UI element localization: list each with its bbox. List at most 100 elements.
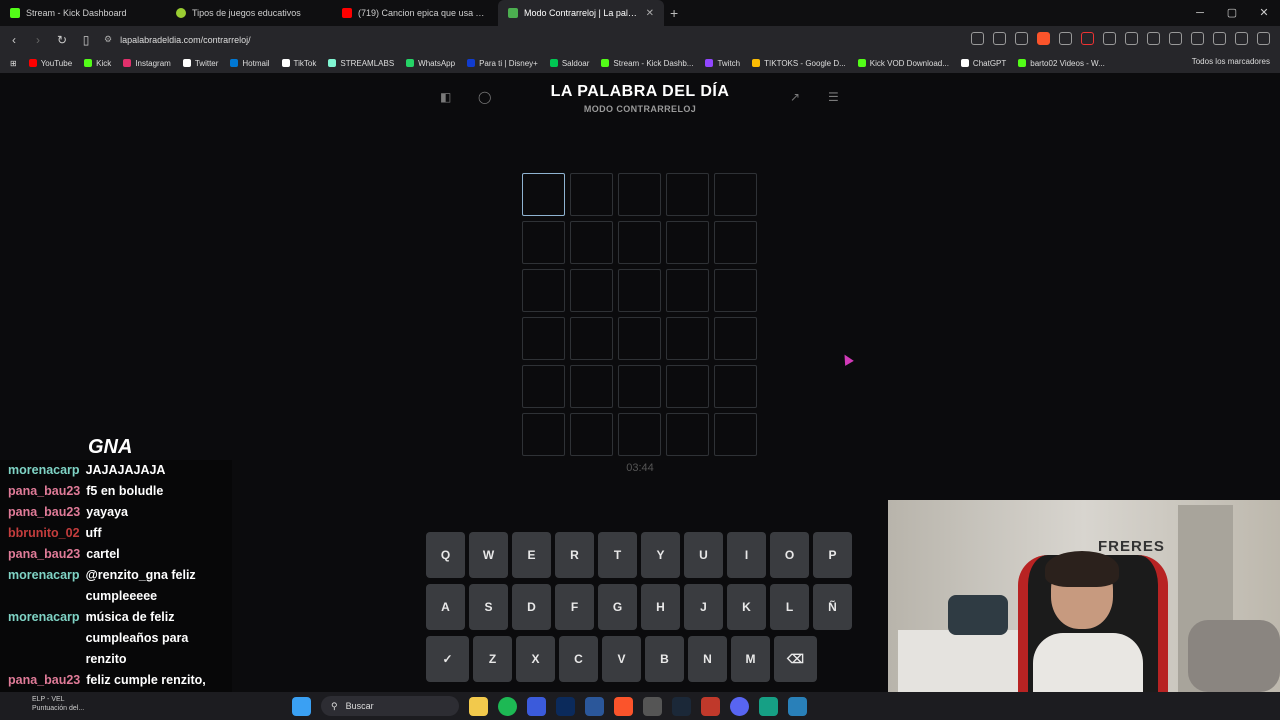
steam-icon[interactable]	[672, 696, 691, 716]
grid-cell-active[interactable]	[522, 173, 565, 216]
word-icon[interactable]	[585, 696, 604, 716]
backspace-key-icon[interactable]: ⌫	[774, 636, 817, 682]
key-a[interactable]: A	[426, 584, 465, 630]
key-y[interactable]: Y	[641, 532, 680, 578]
key-e[interactable]: E	[512, 532, 551, 578]
grid-cell[interactable]	[618, 317, 661, 360]
spotify-icon[interactable]	[498, 696, 517, 716]
grid-cell[interactable]	[618, 269, 661, 312]
app-icon[interactable]	[701, 696, 720, 716]
music-icon[interactable]	[1169, 32, 1182, 45]
share-icon[interactable]	[1015, 32, 1028, 45]
bookmark-item[interactable]: Saldoar	[544, 59, 596, 68]
grid-cell[interactable]	[714, 269, 757, 312]
grid-cell[interactable]	[522, 221, 565, 264]
forward-icon[interactable]: ›	[28, 33, 48, 47]
bookmark-item[interactable]: Hotmail	[224, 59, 275, 68]
key-n[interactable]: N	[688, 636, 727, 682]
bookmark-item[interactable]: Instagram	[117, 59, 177, 68]
key-l[interactable]: L	[770, 584, 809, 630]
key-i[interactable]: I	[727, 532, 766, 578]
grid-cell[interactable]	[522, 365, 565, 408]
grid-cell[interactable]	[570, 269, 613, 312]
bookmark-item[interactable]: STREAMLABS	[322, 59, 400, 68]
grid-cell[interactable]	[666, 221, 709, 264]
discord-icon[interactable]	[730, 696, 749, 716]
key-v[interactable]: V	[602, 636, 641, 682]
browser-tab[interactable]: (719) Cancion epica que usa TheGrefg	[332, 0, 498, 26]
close-window-icon[interactable]: ✕	[1248, 0, 1280, 26]
grid-cell[interactable]	[570, 365, 613, 408]
bookmark-item[interactable]: Twitter	[177, 59, 225, 68]
bookmark-item[interactable]: Para ti | Disney+	[461, 59, 544, 68]
browser-tab-active[interactable]: Modo Contrarreloj | La palabra del día ✕	[498, 0, 664, 26]
apps-icon[interactable]: ⊞	[4, 59, 23, 68]
app-icon[interactable]	[759, 696, 778, 716]
bookmark-item[interactable]: TIKTOKS - Google D...	[746, 59, 852, 68]
grid-cell[interactable]	[714, 413, 757, 456]
key-b[interactable]: B	[645, 636, 684, 682]
grid-cell[interactable]	[570, 317, 613, 360]
grid-cell[interactable]	[618, 413, 661, 456]
grid-cell[interactable]	[714, 317, 757, 360]
browser-tab[interactable]: Tipos de juegos educativos	[166, 0, 332, 26]
file-explorer-icon[interactable]	[469, 696, 488, 716]
wallet-icon[interactable]	[1191, 32, 1204, 45]
grid-cell[interactable]	[618, 221, 661, 264]
grid-cell[interactable]	[618, 365, 661, 408]
key-j[interactable]: J	[684, 584, 723, 630]
brave-icon[interactable]	[614, 696, 633, 716]
bookmark-item[interactable]: Twitch	[699, 59, 746, 68]
settings-icon[interactable]: ☰	[828, 91, 840, 103]
key-g[interactable]: G	[598, 584, 637, 630]
cast-icon[interactable]	[993, 32, 1006, 45]
grid-cell[interactable]	[618, 173, 661, 216]
key-p[interactable]: P	[813, 532, 852, 578]
app-icon[interactable]	[643, 696, 662, 716]
back-icon[interactable]: ‹	[4, 33, 24, 47]
sidebar-icon[interactable]	[1147, 32, 1160, 45]
key-f[interactable]: F	[555, 584, 594, 630]
menu-icon[interactable]	[1257, 32, 1270, 45]
address-bar[interactable]: ⚙ lapalabradeldia.com/contrarreloj/	[104, 34, 251, 45]
puzzle-icon[interactable]	[1125, 32, 1138, 45]
browser-tab[interactable]: Stream - Kick Dashboard	[0, 0, 166, 26]
photoshop-icon[interactable]	[556, 696, 575, 716]
grid-cell[interactable]	[666, 173, 709, 216]
key-w[interactable]: W	[469, 532, 508, 578]
key-u[interactable]: U	[684, 532, 723, 578]
key-o[interactable]: O	[770, 532, 809, 578]
stats-icon[interactable]: ↗	[790, 91, 802, 103]
bookmark-item[interactable]: Kick VOD Download...	[852, 59, 955, 68]
bookmark-item[interactable]: YouTube	[23, 59, 78, 68]
leo-icon[interactable]	[1213, 32, 1226, 45]
grid-cell[interactable]	[666, 365, 709, 408]
maximize-icon[interactable]: ▢	[1216, 0, 1248, 26]
grid-cell[interactable]	[666, 413, 709, 456]
windows-start-icon[interactable]	[292, 696, 311, 716]
app-icon[interactable]	[788, 696, 807, 716]
enter-key-icon[interactable]: ✓	[426, 636, 469, 682]
grid-cell[interactable]	[666, 317, 709, 360]
site-info-icon[interactable]: ⚙	[104, 34, 112, 45]
key-t[interactable]: T	[598, 532, 637, 578]
bookmark-item[interactable]: ChatGPT	[955, 59, 1012, 68]
key-d[interactable]: D	[512, 584, 551, 630]
bookmark-item[interactable]: barto02 Videos - W...	[1012, 59, 1111, 68]
key-q[interactable]: Q	[426, 532, 465, 578]
key-k[interactable]: K	[727, 584, 766, 630]
zoom-icon[interactable]	[971, 32, 984, 45]
key-h[interactable]: H	[641, 584, 680, 630]
bookmark-item[interactable]: WhatsApp	[400, 59, 461, 68]
taskbar-search[interactable]: ⚲ Buscar	[321, 696, 459, 716]
grid-cell[interactable]	[570, 221, 613, 264]
key-z[interactable]: Z	[473, 636, 512, 682]
key-enye[interactable]: Ñ	[813, 584, 852, 630]
taskbar-widget[interactable]: ELP - VEL Puntuación del...	[14, 695, 84, 713]
key-m[interactable]: M	[731, 636, 770, 682]
bookmark-item[interactable]: TikTok	[276, 59, 323, 68]
app-icon[interactable]	[527, 696, 546, 716]
extension-icon[interactable]	[1103, 32, 1116, 45]
grid-cell[interactable]	[522, 269, 565, 312]
grid-cell[interactable]	[522, 317, 565, 360]
